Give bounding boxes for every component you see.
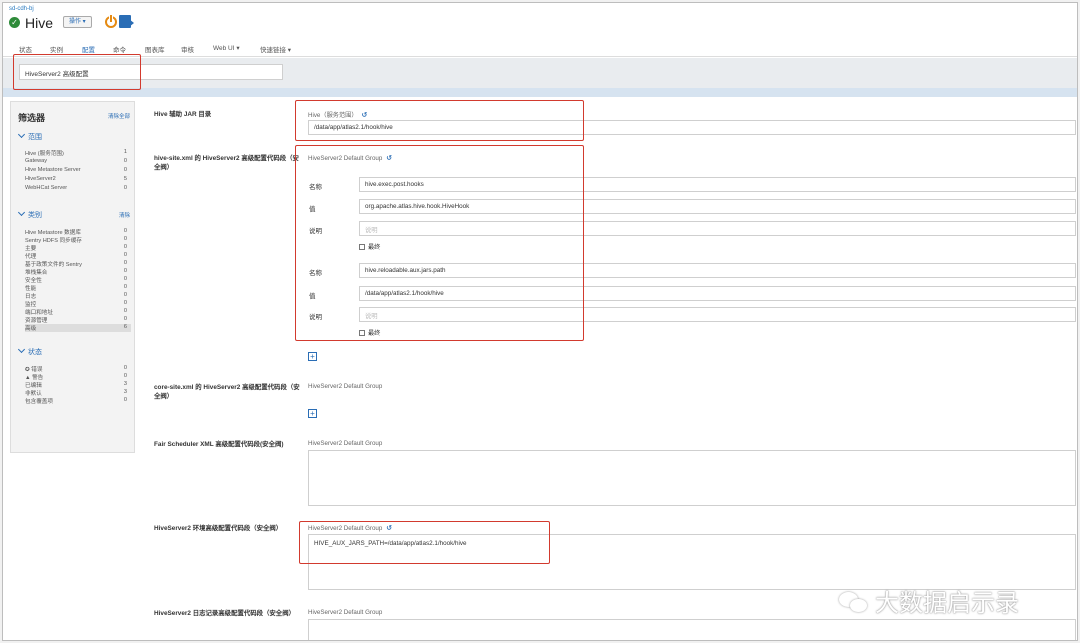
filter-item[interactable]: ▲ 警告 0 [25, 373, 131, 381]
filter-title: 筛选器 [18, 113, 46, 123]
actions-button[interactable]: 操作 ▾ [63, 16, 92, 28]
header: sd-cdh-bj ✓ Hive 操作 ▾ [3, 3, 1077, 37]
tab-instances[interactable]: 实例 [50, 44, 63, 54]
prop-label-hive-site: hive-site.xml 的 HiveServer2 高级配置代码段（安全阀） [154, 155, 299, 171]
tab-commands[interactable]: 命令 [113, 44, 126, 54]
add-entry-icon[interactable]: + [308, 352, 317, 361]
final-checkbox[interactable]: 最终 [359, 242, 380, 251]
tab-audits[interactable]: 审核 [181, 44, 194, 54]
filter-sidebar: 筛选器 清除全部 范围 Hive (服务范围) 1 Gateway 0 Hive M… [10, 101, 135, 453]
chevron-down-icon [17, 208, 26, 217]
fair-scheduler-textarea[interactable] [308, 450, 1076, 506]
clear-all-link[interactable]: 清除全部 [108, 112, 130, 120]
env-textarea[interactable]: HIVE_AUX_JARS_PATH=/data/app/atlas2.1/ho… [308, 534, 1076, 590]
prop-label-aux-jar: Hive 辅助 JAR 目录 [154, 111, 212, 118]
filter-item[interactable]: 基于政策文件的 Sentry 0 [25, 260, 131, 268]
search-input[interactable]: HiveServer2 高级配置 [19, 64, 283, 80]
group-label: HiveServer2 Default Group ↺ [308, 154, 393, 162]
filter-item[interactable]: 代理 0 [25, 252, 131, 260]
tab-bar: 状态 实例 配置 命令 图表库 审核 Web UI ▾ 快速链接 ▾ [3, 37, 1077, 60]
group-label: HiveServer2 Default Group [308, 383, 383, 390]
name-input[interactable]: hive.reloadable.aux.jars.path [359, 263, 1076, 278]
scope-heading[interactable]: 范围 [17, 130, 42, 142]
filter-item-selected[interactable]: 高级 6 [25, 324, 131, 332]
tab-web-ui[interactable]: Web UI ▾ [213, 44, 240, 52]
cluster-link[interactable]: sd-cdh-bj [9, 6, 34, 12]
filter-item[interactable]: 非默认 3 [25, 389, 131, 397]
undo-icon[interactable]: ↺ [386, 154, 392, 162]
filter-item[interactable]: 端口和地址 0 [25, 308, 131, 316]
status-heading[interactable]: 状态 [17, 345, 42, 357]
wechat-icon [839, 592, 869, 614]
name-label: 名称 [309, 270, 322, 277]
value-input[interactable]: org.apache.atlas.hive.hook.HiveHook [359, 199, 1076, 214]
filter-item[interactable]: ✪ 错误 0 [25, 365, 131, 373]
prop-label-core-site: core-site.xml 的 HiveServer2 高级配置代码段（安全阀） [154, 384, 300, 400]
prop-label-env: HiveServer2 环境高级配置代码段（安全阀） [154, 525, 283, 532]
search-bar: HiveServer2 高级配置 [3, 58, 1077, 88]
clear-category-link[interactable]: 清除 [119, 211, 130, 219]
filter-item[interactable]: 资源管理 0 [25, 316, 131, 324]
description-input[interactable]: 说明 [359, 221, 1076, 236]
filter-item[interactable]: 安全性 0 [25, 276, 131, 284]
description-input[interactable]: 说明 [359, 307, 1076, 322]
group-label: Hive（服务范围） ↺ [308, 111, 368, 119]
divider-strip [3, 88, 1077, 97]
filter-item[interactable]: 堆栈集合 0 [25, 268, 131, 276]
name-input[interactable]: hive.exec.post.hooks [359, 177, 1076, 192]
group-label: HiveServer2 Default Group ↺ [308, 524, 393, 532]
watermark: 大数据启示录 [839, 583, 1019, 617]
log-textarea[interactable] [308, 619, 1076, 640]
name-label: 名称 [309, 184, 322, 191]
group-label: HiveServer2 Default Group [308, 609, 383, 616]
aux-jar-input[interactable]: /data/app/atlas2.1/hook/hive [308, 120, 1076, 135]
undo-icon[interactable]: ↺ [362, 111, 368, 119]
add-entry-icon[interactable]: + [308, 409, 317, 418]
desc-label: 说明 [309, 228, 322, 235]
tab-status[interactable]: 状态 [19, 44, 32, 54]
desc-label: 说明 [309, 314, 322, 321]
group-label: HiveServer2 Default Group [308, 440, 383, 447]
filter-item[interactable]: HiveServer2 5 [25, 176, 131, 184]
filter-item[interactable]: Hive (服务范围) 1 [25, 149, 131, 157]
power-icon[interactable] [105, 14, 117, 28]
filter-item[interactable]: Hive Metastore Server 0 [25, 167, 131, 175]
chevron-down-icon [17, 130, 26, 139]
category-heading[interactable]: 类别 [17, 208, 42, 220]
undo-icon[interactable]: ↺ [386, 524, 392, 532]
service-title: Hive [25, 15, 54, 31]
chevron-down-icon [17, 345, 26, 354]
value-label: 值 [309, 206, 316, 213]
filter-item[interactable]: Sentry HDFS 同步缓存 0 [25, 236, 131, 244]
filter-item[interactable]: 主要 0 [25, 244, 131, 252]
filter-item[interactable]: 日志 0 [25, 292, 131, 300]
tab-configuration[interactable]: 配置 [82, 44, 95, 60]
value-label: 值 [309, 293, 316, 300]
filter-item[interactable]: 已编辑 3 [25, 381, 131, 389]
final-checkbox[interactable]: 最终 [359, 328, 380, 337]
filter-item[interactable]: Gateway 0 [25, 158, 131, 166]
filter-item[interactable]: Hive Metastore 数据库 0 [25, 228, 131, 236]
prop-label-fair-scheduler: Fair Scheduler XML 高级配置代码段(安全阀) [154, 441, 284, 448]
filter-item[interactable]: 监控 0 [25, 300, 131, 308]
app-window: sd-cdh-bj ✓ Hive 操作 ▾ 状态 实例 配置 命令 图表库 审核… [2, 2, 1078, 641]
deploy-config-icon[interactable] [119, 15, 134, 28]
value-input[interactable]: /data/app/atlas2.1/hook/hive [359, 286, 1076, 301]
tab-charts[interactable]: 图表库 [145, 44, 165, 54]
tab-quick-links[interactable]: 快速链接 ▾ [260, 44, 291, 54]
filter-item[interactable]: WebHCat Server 0 [25, 185, 131, 193]
health-check-icon: ✓ [9, 17, 20, 28]
filter-item[interactable]: 性能 0 [25, 284, 131, 292]
prop-label-log: HiveServer2 日志记录高级配置代码段（安全阀） [154, 610, 295, 617]
filter-item[interactable]: 包含覆盖项 0 [25, 397, 131, 405]
